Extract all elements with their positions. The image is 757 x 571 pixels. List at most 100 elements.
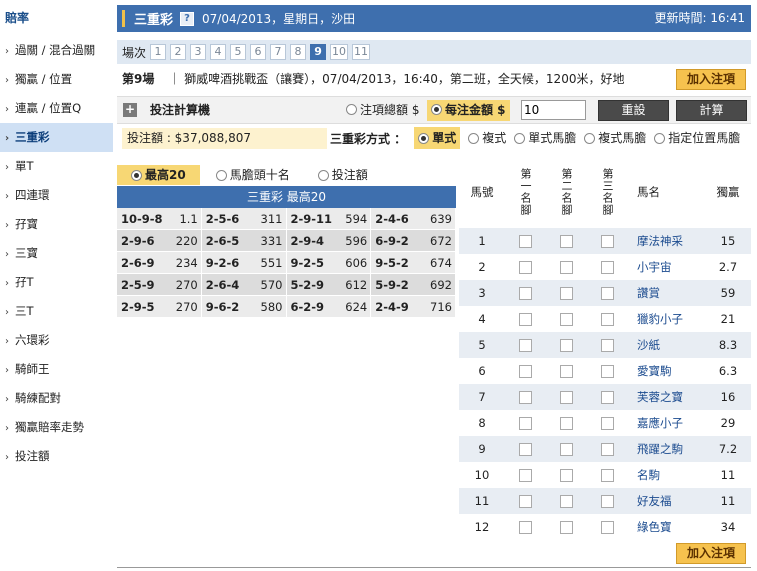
top20-view-option[interactable]: 馬膽頭十名: [210, 165, 296, 185]
top20-cell[interactable]: 2-6-9 234: [117, 252, 202, 273]
second-leg-checkbox[interactable]: [560, 494, 573, 508]
second-leg-checkbox[interactable]: [560, 338, 573, 352]
top20-cell[interactable]: 9-6-2 580: [202, 296, 287, 317]
race-number-button[interactable]: 2: [170, 44, 187, 60]
sidebar-item[interactable]: › 三寶: [0, 239, 113, 268]
first-leg-checkbox[interactable]: [519, 468, 532, 482]
third-leg-checkbox[interactable]: [601, 494, 614, 508]
method-option[interactable]: 單式: [414, 127, 461, 149]
third-leg-checkbox[interactable]: [601, 260, 614, 274]
race-number-button[interactable]: 9: [310, 44, 327, 60]
sidebar-item[interactable]: › 獨贏賠率走勢: [0, 413, 113, 442]
second-leg-checkbox[interactable]: [560, 260, 573, 274]
top20-cell[interactable]: 2-9-11 594: [287, 208, 372, 229]
first-leg-checkbox[interactable]: [519, 364, 532, 378]
sidebar-item[interactable]: › 三重彩: [0, 123, 113, 152]
top20-cell[interactable]: 9-2-5 606: [287, 252, 372, 273]
radio-icon[interactable]: [514, 132, 526, 144]
top20-cell[interactable]: 2-9-4 596: [287, 230, 372, 251]
second-leg-checkbox[interactable]: [560, 234, 573, 248]
horse-name-link[interactable]: 讚賞: [628, 280, 705, 306]
top20-cell[interactable]: 6-2-9 624: [287, 296, 372, 317]
radio-icon[interactable]: [317, 169, 329, 181]
second-leg-checkbox[interactable]: [560, 468, 573, 482]
radio-icon[interactable]: [654, 132, 666, 144]
add-bet-button[interactable]: 加入注項: [676, 69, 746, 90]
sidebar-item[interactable]: › 騎師王: [0, 355, 113, 384]
radio-icon[interactable]: [215, 169, 227, 181]
top20-cell[interactable]: 6-9-2 672: [371, 230, 456, 251]
top20-cell[interactable]: 2-4-9 716: [371, 296, 456, 317]
first-leg-checkbox[interactable]: [519, 286, 532, 300]
expand-plus-icon[interactable]: +: [123, 103, 137, 117]
top20-cell[interactable]: 2-6-5 331: [202, 230, 287, 251]
race-number-button[interactable]: 5: [230, 44, 247, 60]
method-option[interactable]: 複式馬膽: [584, 127, 646, 149]
total-amount-option[interactable]: 注項總額 $: [346, 97, 419, 124]
radio-icon[interactable]: [346, 104, 357, 115]
calculate-button[interactable]: 計算: [676, 100, 747, 121]
third-leg-checkbox[interactable]: [601, 286, 614, 300]
race-number-button[interactable]: 1: [150, 44, 167, 60]
top20-cell[interactable]: 9-2-6 551: [202, 252, 287, 273]
horse-name-link[interactable]: 沙紙: [628, 332, 705, 358]
amount-input[interactable]: [521, 100, 586, 120]
reset-button[interactable]: 重設: [598, 100, 669, 121]
horse-name-link[interactable]: 芙蓉之寶: [628, 384, 705, 410]
third-leg-checkbox[interactable]: [601, 234, 614, 248]
first-leg-checkbox[interactable]: [519, 260, 532, 274]
horse-name-link[interactable]: 綠色寶: [628, 514, 705, 540]
radio-icon[interactable]: [131, 169, 142, 181]
first-leg-checkbox[interactable]: [519, 416, 532, 430]
race-number-button[interactable]: 6: [250, 44, 267, 60]
first-leg-checkbox[interactable]: [519, 494, 532, 508]
top20-cell[interactable]: 2-5-6 311: [202, 208, 287, 229]
top20-cell[interactable]: 2-9-5 270: [117, 296, 202, 317]
second-leg-checkbox[interactable]: [560, 286, 573, 300]
top20-cell[interactable]: 10-9-8 1.1: [117, 208, 202, 229]
sidebar-item[interactable]: › 騎練配對: [0, 384, 113, 413]
sidebar-item[interactable]: › 三T: [0, 297, 113, 326]
horse-name-link[interactable]: 小宇宙: [628, 254, 705, 280]
unit-amount-option[interactable]: 每注金額 $: [427, 100, 510, 121]
radio-icon[interactable]: [418, 132, 430, 144]
top20-cell[interactable]: 2-4-6 639: [371, 208, 456, 229]
second-leg-checkbox[interactable]: [560, 416, 573, 430]
first-leg-checkbox[interactable]: [519, 390, 532, 404]
top20-cell[interactable]: 2-6-4 570: [202, 274, 287, 295]
horse-name-link[interactable]: 愛寶駒: [628, 358, 705, 384]
race-number-button[interactable]: 4: [210, 44, 227, 60]
sidebar-item[interactable]: › 六環彩: [0, 326, 113, 355]
second-leg-checkbox[interactable]: [560, 312, 573, 326]
add-bet-button-bottom[interactable]: 加入注項: [676, 543, 746, 564]
sidebar-item[interactable]: › 四連環: [0, 181, 113, 210]
second-leg-checkbox[interactable]: [560, 364, 573, 378]
third-leg-checkbox[interactable]: [601, 468, 614, 482]
second-leg-checkbox[interactable]: [560, 442, 573, 456]
help-icon[interactable]: ?: [180, 11, 195, 26]
second-leg-checkbox[interactable]: [560, 390, 573, 404]
first-leg-checkbox[interactable]: [519, 312, 532, 326]
first-leg-checkbox[interactable]: [519, 442, 532, 456]
top20-cell[interactable]: 5-9-2 692: [371, 274, 456, 295]
radio-selected-icon[interactable]: [431, 104, 442, 115]
horse-name-link[interactable]: 好友福: [628, 488, 705, 514]
race-number-button[interactable]: 10: [330, 44, 349, 60]
top20-cell[interactable]: 9-5-2 674: [371, 252, 456, 273]
sidebar-item[interactable]: › 單T: [0, 152, 113, 181]
race-number-button[interactable]: 8: [290, 44, 307, 60]
sidebar-item[interactable]: › 獨贏 / 位置: [0, 65, 113, 94]
second-leg-checkbox[interactable]: [560, 520, 573, 534]
first-leg-checkbox[interactable]: [519, 338, 532, 352]
race-number-button[interactable]: 7: [270, 44, 287, 60]
method-option[interactable]: 指定位置馬膽: [654, 127, 740, 149]
method-option[interactable]: 單式馬膽: [514, 127, 576, 149]
horse-name-link[interactable]: 名駒: [628, 462, 705, 488]
sidebar-item[interactable]: › 孖T: [0, 268, 113, 297]
method-option[interactable]: 複式: [468, 127, 506, 149]
third-leg-checkbox[interactable]: [601, 338, 614, 352]
third-leg-checkbox[interactable]: [601, 520, 614, 534]
first-leg-checkbox[interactable]: [519, 234, 532, 248]
first-leg-checkbox[interactable]: [519, 520, 532, 534]
top20-cell[interactable]: 5-2-9 612: [287, 274, 372, 295]
